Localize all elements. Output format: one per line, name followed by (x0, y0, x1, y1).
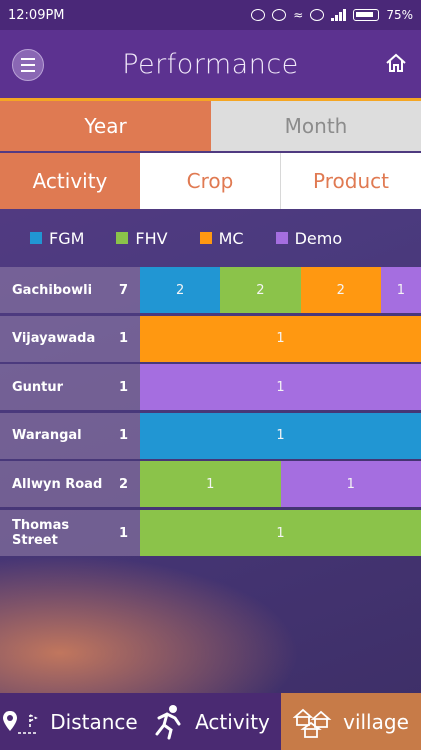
tab-activity[interactable]: Activity (0, 153, 140, 209)
tab-month[interactable]: Month (211, 101, 421, 151)
tab-year[interactable]: Year (0, 101, 211, 151)
page-title: Performance (122, 48, 299, 80)
row-bars: 1 (140, 364, 421, 411)
nav-village-label: village (343, 709, 409, 734)
location-total: 1 (118, 428, 128, 444)
status-time: 12:09PM (8, 7, 65, 23)
bottom-nav: Distance Activity village (0, 693, 421, 750)
battery-icon (353, 9, 380, 21)
app-header: Performance (0, 30, 421, 98)
row-label: Vijayawada 1 (0, 315, 140, 362)
location-total: 7 (118, 282, 128, 298)
tab-crop[interactable]: Crop (140, 153, 281, 209)
row-bars: 1 (140, 412, 421, 459)
legend-item-fgm: FGM (30, 229, 84, 248)
location-total: 2 (118, 476, 128, 492)
tab-product[interactable]: Product (281, 153, 421, 209)
registered-icon (310, 9, 325, 21)
legend-swatch (116, 232, 129, 244)
distance-icon (3, 710, 39, 734)
bar-segment-fgm: 2 (140, 267, 221, 313)
chart-row[interactable]: Gachibowli 7 2 2 2 1 (0, 267, 421, 313)
location-name: Warangal (12, 428, 82, 444)
nav-distance-label: Distance (50, 709, 138, 734)
legend-item-fhv: FHV (116, 228, 168, 248)
legend-swatch (30, 232, 42, 244)
row-label: Guntur 1 (0, 364, 140, 411)
menu-icon (21, 58, 35, 60)
location-total: 1 (118, 331, 128, 347)
category-tabs: Activity Crop Product (0, 153, 421, 209)
bar-segment-fgm: 1 (140, 412, 421, 459)
chart-row[interactable]: Vijayawada 1 1 (0, 315, 421, 362)
chart-row[interactable]: Guntur 1 1 (0, 364, 421, 411)
location-name: Thomas Street (12, 518, 70, 548)
location-name: Guntur (12, 379, 64, 395)
period-tabs: Year Month (0, 101, 421, 151)
location-total: 1 (118, 379, 128, 395)
chart-row[interactable]: Thomas Street 1 1 (0, 510, 421, 556)
bar-segment-fhv: 1 (140, 461, 281, 508)
legend-swatch (275, 232, 288, 244)
chart-row[interactable]: Allwyn Road 2 1 1 (0, 461, 421, 508)
bar-segment-fhv: 2 (220, 267, 301, 313)
bar-segment-demo: 1 (140, 364, 421, 411)
battery-level: 75% (386, 8, 413, 22)
bar-segment-demo: 1 (380, 267, 421, 313)
location-name: Allwyn Road (12, 476, 103, 492)
legend-label: FGM (49, 228, 85, 248)
bar-segment-mc: 2 (300, 267, 381, 313)
row-label: Gachibowli 7 (0, 267, 140, 313)
alarm-icon (272, 9, 287, 21)
row-bars: 2221 (140, 267, 421, 313)
chart-legend: FGM FHV MC Demo (30, 218, 342, 258)
background-glow (0, 555, 300, 695)
bar-segment-mc: 1 (140, 315, 421, 362)
location-total: 1 (118, 525, 128, 541)
menu-button[interactable] (12, 49, 44, 81)
wifi-icon: ≈ (293, 8, 304, 22)
nav-village[interactable]: village (281, 693, 421, 750)
legend-label: MC (218, 228, 244, 248)
nav-activity-label: Activity (195, 709, 270, 734)
running-icon (155, 704, 181, 739)
location-name: Gachibowli (12, 282, 93, 298)
status-icons: ≈ 75% (251, 8, 413, 22)
legend-swatch (199, 232, 212, 244)
headset-icon (251, 9, 266, 21)
signal-icon (331, 9, 347, 21)
row-label: Allwyn Road 2 (0, 461, 140, 508)
legend-item-demo: Demo (275, 228, 343, 248)
row-bars: 1 (140, 315, 421, 362)
legend-label: Demo (294, 228, 343, 248)
home-icon[interactable] (385, 52, 407, 74)
row-bars: 1 (140, 510, 421, 556)
bar-segment-demo: 1 (280, 461, 421, 508)
status-bar: 12:09PM ≈ 75% (0, 0, 421, 30)
legend-label: FHV (135, 228, 168, 248)
village-icon (293, 708, 332, 738)
row-bars: 11 (140, 461, 421, 508)
location-name: Vijayawada (12, 331, 96, 347)
legend-item-mc: MC (199, 228, 244, 248)
bar-segment-fhv: 1 (140, 510, 421, 556)
row-label: Thomas Street 1 (0, 510, 140, 556)
chart-row[interactable]: Warangal 1 1 (0, 412, 421, 459)
row-label: Warangal 1 (0, 412, 140, 459)
nav-distance[interactable]: Distance (0, 693, 140, 750)
nav-activity[interactable]: Activity (140, 693, 281, 750)
